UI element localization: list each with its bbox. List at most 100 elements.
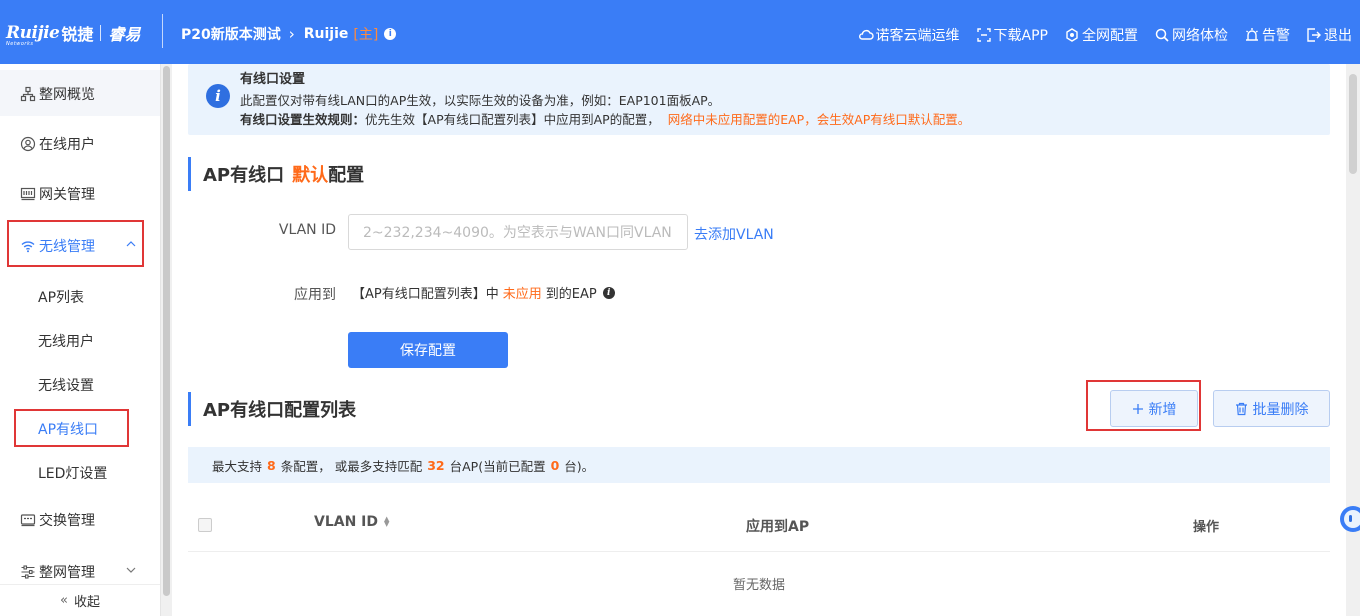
- sidebar-item-label: 整网概览: [39, 87, 95, 103]
- header-divider: [162, 14, 163, 48]
- empty-state: 暂无数据: [732, 578, 785, 593]
- highlight-box-add: [1086, 380, 1201, 431]
- tip-mid1: 条配置， 或最多支持匹配: [280, 458, 423, 474]
- chevron-down-icon: [126, 567, 136, 573]
- nav-network-check[interactable]: 网络体检: [1154, 25, 1228, 45]
- sidebar-item-network-overview[interactable]: 整网概览: [0, 74, 160, 114]
- nav-cloud-ops[interactable]: 诺客云端运维: [858, 25, 960, 45]
- config-list-title: AP有线口配置列表: [188, 392, 356, 426]
- breadcrumb-device[interactable]: Ruijie: [304, 26, 349, 42]
- title-prefix: AP有线口: [203, 165, 285, 186]
- column-operation: 操作: [1193, 520, 1220, 535]
- info-icon[interactable]: i: [602, 286, 615, 299]
- nav-logout[interactable]: 退出: [1306, 25, 1352, 45]
- max-aps-count: 32: [427, 457, 445, 473]
- content-scrollbar[interactable]: [1346, 64, 1360, 616]
- apply-highlight: 未应用: [502, 287, 542, 302]
- notice-title: 有线口设置: [240, 72, 306, 87]
- nav-download-app-label: 下载APP: [993, 28, 1048, 44]
- info-icon: i: [206, 84, 230, 108]
- notice-rule: 有线口设置生效规则：优先生效【AP有线口配置列表】中应用到AP的配置， 网络中未应…: [240, 109, 970, 128]
- highlight-box-ap-wired-port: [14, 409, 129, 447]
- batch-delete-button[interactable]: 批量删除: [1213, 390, 1330, 427]
- add-vlan-link[interactable]: 去添加VLAN: [694, 224, 774, 244]
- sidebar-subitem-led-settings[interactable]: LED灯设置: [0, 455, 160, 491]
- max-rules-count: 8: [267, 457, 276, 473]
- notice-rule-label: 有线口设置生效规则：: [240, 112, 366, 127]
- tip-prefix: 最大支持: [212, 458, 263, 474]
- highlight-box-wireless: [7, 220, 144, 267]
- sidebar-subitem-label: 无线用户: [38, 334, 94, 350]
- vlan-id-label: VLAN ID: [278, 222, 336, 238]
- user-icon: [20, 136, 36, 152]
- top-nav: 诺客云端运维 下载APP 全网配置 网络体检 告警 退出: [842, 25, 1352, 45]
- settings-sliders-icon: [21, 565, 35, 579]
- apply-prefix: 【AP有线口配置列表】中: [352, 287, 499, 302]
- assistant-robot-icon[interactable]: [1335, 505, 1360, 533]
- batch-delete-label: 批量删除: [1252, 401, 1309, 418]
- network-config-icon: [1066, 28, 1078, 42]
- sidebar-subitem-label: AP列表: [38, 290, 85, 306]
- sidebar-subitem-ap-list[interactable]: AP列表: [0, 279, 160, 315]
- nav-alarm-label: 告警: [1262, 28, 1290, 44]
- nav-network-config[interactable]: 全网配置: [1064, 25, 1138, 45]
- column-vlan-id[interactable]: VLAN ID ▲ ▼: [314, 514, 389, 530]
- cloud-icon: [858, 29, 874, 40]
- sort-icon[interactable]: ▲ ▼: [384, 516, 389, 528]
- sidebar-item-gateway[interactable]: 网关管理: [0, 174, 160, 214]
- download-app-icon: [976, 28, 991, 42]
- logo-mark: Ruijie: [6, 22, 60, 43]
- nav-network-check-label: 网络体检: [1172, 28, 1228, 44]
- vlan-id-input[interactable]: 2~232,234~4090。为空表示与WAN口同VLAN: [348, 214, 688, 250]
- title-highlight: 默认: [292, 165, 329, 186]
- apply-suffix: 到的EAP: [545, 287, 597, 302]
- sidebar-item-label: 在线用户: [39, 137, 95, 153]
- sidebar-subitem-label: LED灯设置: [38, 466, 108, 482]
- notice-rule-text: 优先生效【AP有线口配置列表】中应用到AP的配置，: [365, 112, 660, 127]
- alarm-icon: [1246, 28, 1258, 41]
- sidebar-item-label: 交换管理: [39, 513, 95, 529]
- column-apply-to-ap: 应用到AP: [746, 519, 810, 535]
- info-icon[interactable]: i: [384, 28, 397, 40]
- apply-to-value: 【AP有线口配置列表】中 未应用 到的EAP i: [352, 283, 615, 302]
- save-config-button[interactable]: 保存配置: [348, 332, 508, 368]
- nav-cloud-ops-label: 诺客云端运维: [875, 28, 960, 44]
- logout-icon: [1307, 28, 1321, 42]
- sidebar-item-label: 整网管理: [39, 565, 95, 581]
- chevron-right-icon: ›: [288, 25, 295, 43]
- nav-logout-label: 退出: [1324, 28, 1352, 44]
- nav-download-app[interactable]: 下载APP: [976, 25, 1048, 45]
- tip-suffix: 台)。: [564, 458, 595, 474]
- switch-icon: [20, 514, 36, 527]
- logo-separator: [100, 25, 102, 41]
- notice-text: 此配置仅对带有线LAN口的AP生效，以实际生效的设备为准，例如：EAP101面板…: [240, 93, 721, 108]
- double-chevron-left-icon: «: [60, 593, 68, 608]
- collapse-label: 收起: [73, 595, 100, 610]
- select-all-checkbox[interactable]: [198, 518, 212, 532]
- configured-count: 0: [550, 457, 560, 473]
- gateway-icon: [20, 187, 36, 201]
- notice-rule-warning: 网络中未应用配置的EAP，会生效AP有线口默认配置。: [667, 112, 971, 127]
- content-scrollbar-thumb[interactable]: [1349, 74, 1357, 174]
- breadcrumb: P20新版本测试 › Ruijie [主] i: [181, 24, 397, 44]
- breadcrumb-project[interactable]: P20新版本测试: [181, 24, 281, 44]
- sidebar-subitem-wireless-users[interactable]: 无线用户: [0, 323, 160, 359]
- sidebar-scrollbar-thumb[interactable]: [163, 66, 170, 596]
- nav-alarm[interactable]: 告警: [1244, 25, 1290, 45]
- logo-brand-cn2: 睿易: [108, 25, 141, 44]
- sidebar-item-online-users[interactable]: 在线用户: [0, 124, 160, 164]
- logo-subtitle: Networks: [6, 41, 34, 47]
- sidebar-subitem-wireless-settings[interactable]: 无线设置: [0, 367, 160, 403]
- ruijie-logo[interactable]: Ruijie Networks 锐捷 睿易: [6, 18, 140, 48]
- tip-mid2: 台AP(当前已配置: [449, 458, 546, 474]
- apply-to-label: 应用到: [294, 287, 336, 303]
- trash-icon: [1235, 402, 1247, 415]
- config-limit-tip: 最大支持 8 条配置， 或最多支持匹配 32 台AP(当前已配置 0 台)。: [188, 447, 1330, 483]
- title-suffix: 配置: [328, 165, 365, 186]
- master-badge: [主]: [353, 27, 379, 43]
- sidebar-collapse-button[interactable]: « 收起: [0, 584, 160, 616]
- sidebar-item-label: 网关管理: [39, 187, 95, 203]
- sidebar-scrollbar[interactable]: [160, 64, 172, 616]
- column-label: VLAN ID: [314, 514, 379, 530]
- sidebar-item-switch[interactable]: 交换管理: [0, 500, 160, 540]
